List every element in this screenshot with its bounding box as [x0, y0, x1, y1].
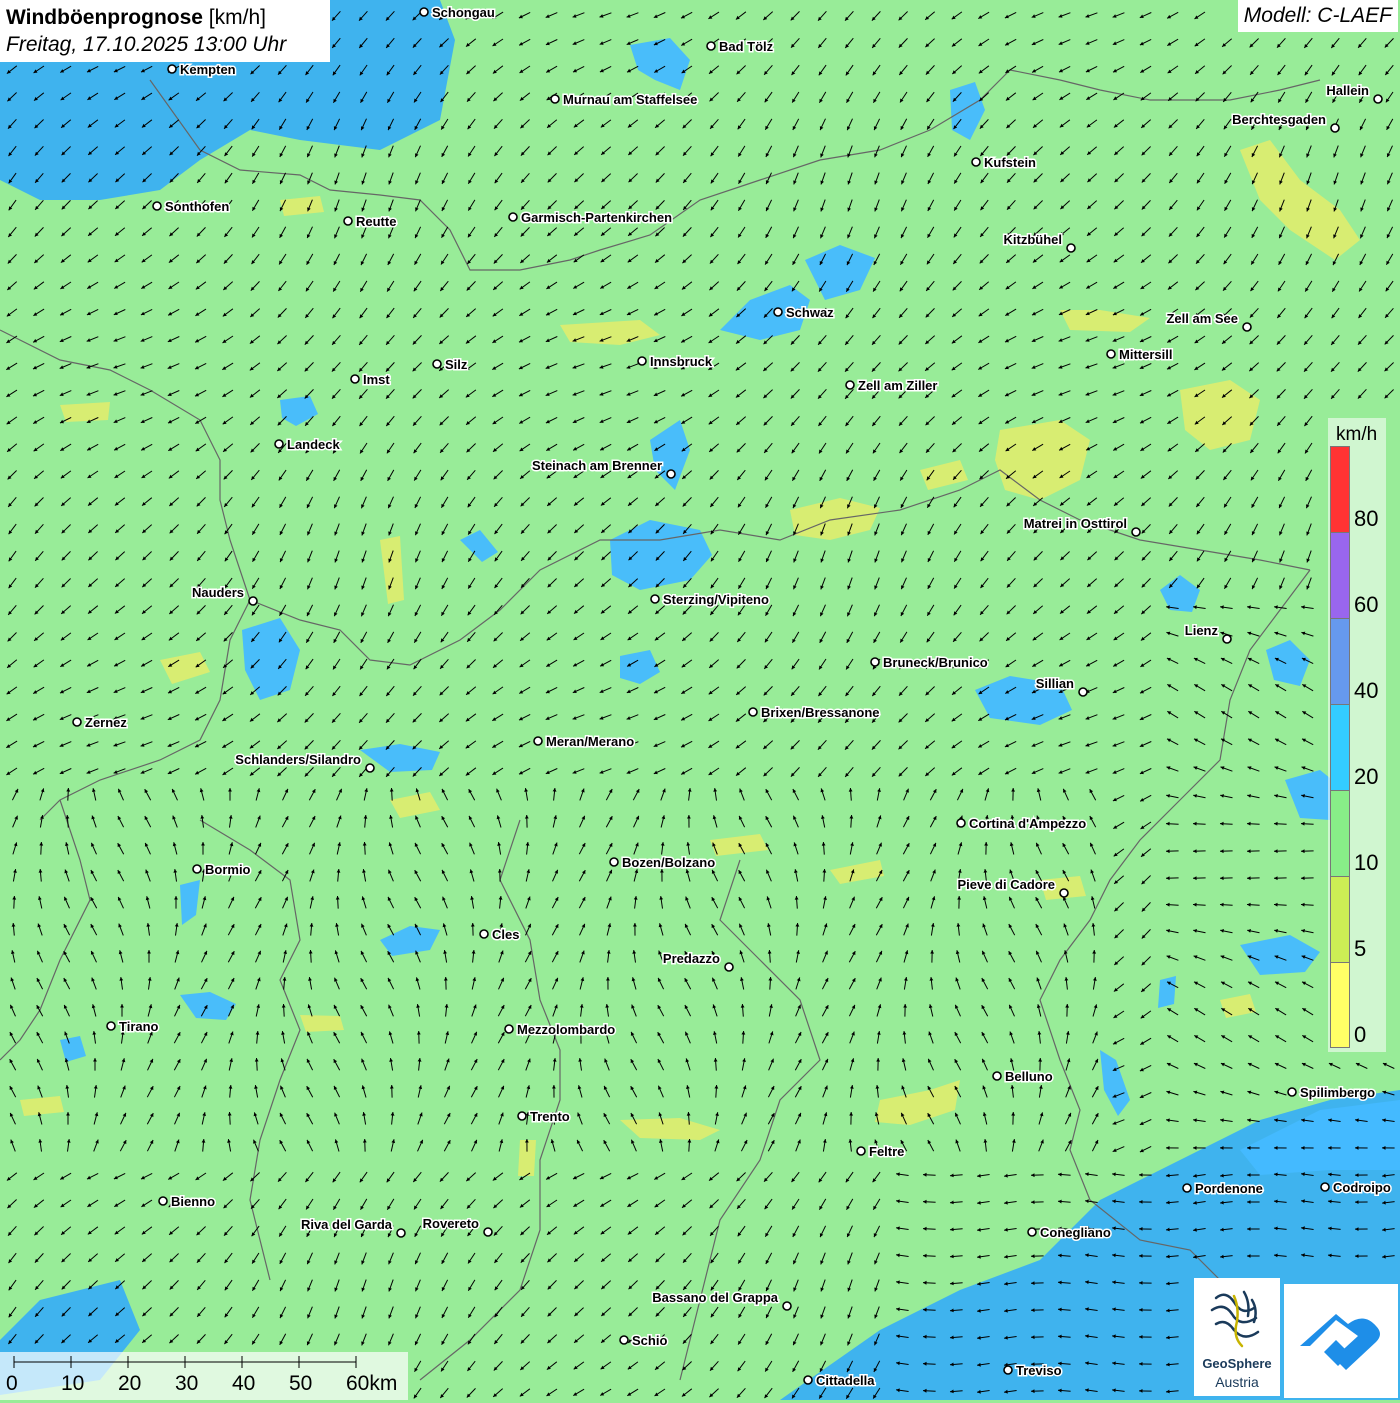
wind-gust-map[interactable]: SchongauKemptenBad TölzMurnau am Staffel…	[0, 0, 1400, 1400]
calm-zone	[300, 1015, 344, 1032]
breezy-zone	[1158, 976, 1176, 1008]
